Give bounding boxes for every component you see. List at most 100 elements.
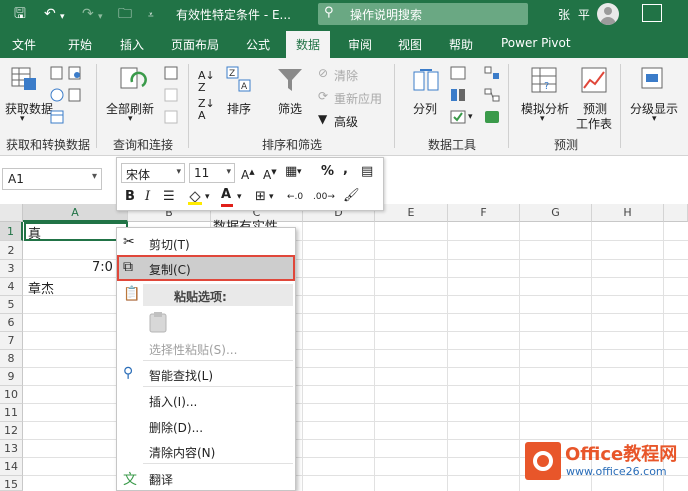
relationships-icon[interactable] [484, 88, 500, 105]
percent-style-icon[interactable]: % [321, 164, 334, 180]
format-painter-table-icon[interactable]: ▤ [361, 164, 373, 180]
align-center-icon[interactable]: ☰ [163, 189, 175, 205]
outline-dropdown-icon[interactable]: ▾ [652, 114, 657, 124]
row-header-3[interactable]: 3 [0, 260, 23, 278]
queries-connections-icon[interactable] [164, 66, 178, 83]
text-to-columns-icon[interactable] [412, 66, 440, 97]
what-if-dropdown-icon[interactable]: ▾ [540, 114, 545, 124]
row-header-8[interactable]: 8 [0, 350, 23, 368]
select-all-corner[interactable] [0, 204, 23, 222]
font-name-dropdown-icon[interactable]: ▾ [176, 167, 181, 177]
tab-formulas[interactable]: 公式 [246, 36, 270, 53]
increase-decimal-icon[interactable]: ←.0 [287, 189, 303, 205]
undo-dropdown-icon[interactable]: ▾ [60, 8, 65, 26]
data-validation-dropdown-icon[interactable]: ▾ [468, 112, 473, 122]
row-header-4[interactable]: 4 [0, 278, 23, 296]
fill-color-icon[interactable] [187, 189, 203, 210]
cell-a3[interactable]: 7:0 [92, 260, 113, 275]
sort-button[interactable]: 排序 [227, 100, 251, 117]
flash-fill-icon[interactable] [450, 66, 466, 83]
fill-color-dropdown-icon[interactable]: ▾ [205, 189, 210, 205]
menu-item-insert[interactable]: 插入(I)... [117, 388, 295, 412]
cell-a4[interactable]: 章杰 [28, 278, 54, 297]
column-header-h[interactable]: H [592, 204, 664, 222]
get-data-icon[interactable] [10, 66, 38, 92]
advanced-button[interactable]: 高级 [334, 113, 358, 130]
consolidate-icon[interactable] [484, 66, 500, 83]
font-size-box[interactable]: 11 ▾ [189, 163, 235, 183]
customize-toolbar-icon[interactable]: ⩡ [148, 7, 154, 25]
data-validation-icon[interactable] [450, 110, 466, 127]
avatar[interactable] [597, 3, 619, 25]
open-folder-icon[interactable]: 🗀 [118, 5, 132, 23]
font-name-box[interactable]: 宋体 ▾ [121, 163, 185, 183]
menu-item-delete[interactable]: 删除(D)... [117, 414, 295, 438]
what-if-icon[interactable]: ? [530, 66, 558, 97]
row-header-5[interactable]: 5 [0, 296, 23, 314]
redo-dropdown-icon[interactable]: ▾ [98, 8, 103, 26]
menu-item-translate[interactable]: 文 翻译 [117, 466, 295, 490]
column-header-next[interactable] [664, 204, 688, 222]
forecast-sheet-line2[interactable]: 工作表 [576, 115, 612, 132]
row-header-6[interactable]: 6 [0, 314, 23, 332]
row-header-13[interactable]: 13 [0, 440, 23, 458]
column-header-g[interactable]: G [520, 204, 592, 222]
menu-item-smart-lookup[interactable]: ⚲ 智能查找(L) [117, 362, 295, 386]
sort-icon[interactable]: ZA [226, 66, 252, 97]
borders-icon[interactable]: ⊞ [255, 189, 266, 205]
get-data-dropdown-icon[interactable]: ▾ [20, 114, 25, 124]
filter-icon[interactable] [276, 66, 304, 97]
number-format-icon[interactable]: ▦ [285, 164, 297, 180]
menu-item-cut[interactable]: ✂ 剪切(T) [117, 231, 295, 255]
tab-help[interactable]: 帮助 [449, 36, 473, 53]
tab-review[interactable]: 审阅 [348, 36, 372, 53]
menu-item-clear-contents[interactable]: 清除内容(N) [117, 439, 295, 463]
sort-za-icon[interactable]: Z↓ A [198, 98, 215, 122]
undo-icon[interactable]: ↶ [44, 5, 56, 23]
row-header-7[interactable]: 7 [0, 332, 23, 350]
decrease-decimal-icon[interactable]: .00→ [313, 189, 335, 205]
comma-style-icon[interactable]: , [343, 162, 348, 178]
manage-data-model-icon[interactable] [484, 110, 500, 127]
column-header-a[interactable]: A [23, 204, 128, 222]
italic-icon[interactable]: I [145, 189, 150, 205]
redo-icon[interactable]: ↷ [82, 5, 94, 23]
font-color-dropdown-icon[interactable]: ▾ [237, 189, 242, 205]
tab-view[interactable]: 视图 [398, 36, 422, 53]
bold-icon[interactable]: B [125, 189, 135, 205]
refresh-all-icon[interactable] [118, 66, 148, 97]
increase-font-icon[interactable]: A▲ [241, 164, 255, 183]
save-icon[interactable]: 🖫 [14, 5, 26, 23]
advanced-filter-icon[interactable]: ▼ [318, 112, 327, 126]
tab-home[interactable]: 开始 [68, 36, 92, 53]
borders-dropdown-icon[interactable]: ▾ [269, 189, 274, 205]
menu-item-copy[interactable]: ⧉ 复制(C) [117, 255, 295, 281]
from-table-icon[interactable] [50, 110, 64, 127]
remove-duplicates-icon[interactable] [450, 88, 466, 105]
row-header-2[interactable]: 2 [0, 241, 23, 260]
recent-sources-icon[interactable] [68, 66, 82, 83]
ribbon-display-options-icon[interactable] [642, 4, 662, 22]
sort-az-icon[interactable]: A↓ Z [198, 70, 215, 94]
row-header-12[interactable]: 12 [0, 422, 23, 440]
filter-button[interactable]: 筛选 [278, 100, 302, 117]
font-size-dropdown-icon[interactable]: ▾ [226, 167, 231, 177]
tab-page-layout[interactable]: 页面布局 [171, 36, 219, 53]
format-painter-icon[interactable]: 🖌 [343, 188, 360, 204]
row-header-1[interactable]: 1 [0, 222, 23, 241]
tab-data[interactable]: 数据 [286, 31, 331, 58]
tell-me-search[interactable]: ⚲ 操作说明搜索 [318, 3, 528, 25]
get-data-button[interactable]: 获取数据 [5, 100, 53, 117]
tab-insert[interactable]: 插入 [120, 36, 144, 53]
row-header-15[interactable]: 15 [0, 476, 23, 491]
name-box-dropdown-icon[interactable]: ▾ [92, 171, 97, 182]
tab-file[interactable]: 文件 [12, 36, 36, 53]
forecast-sheet-icon[interactable] [580, 66, 608, 97]
refresh-dropdown-icon[interactable]: ▾ [128, 114, 133, 124]
what-if-analysis-button[interactable]: 模拟分析 [521, 100, 569, 117]
row-header-11[interactable]: 11 [0, 404, 23, 422]
tab-power-pivot[interactable]: Power Pivot [501, 36, 571, 50]
row-header-14[interactable]: 14 [0, 458, 23, 476]
from-web-icon[interactable] [50, 88, 64, 105]
column-header-e[interactable]: E [375, 204, 448, 222]
